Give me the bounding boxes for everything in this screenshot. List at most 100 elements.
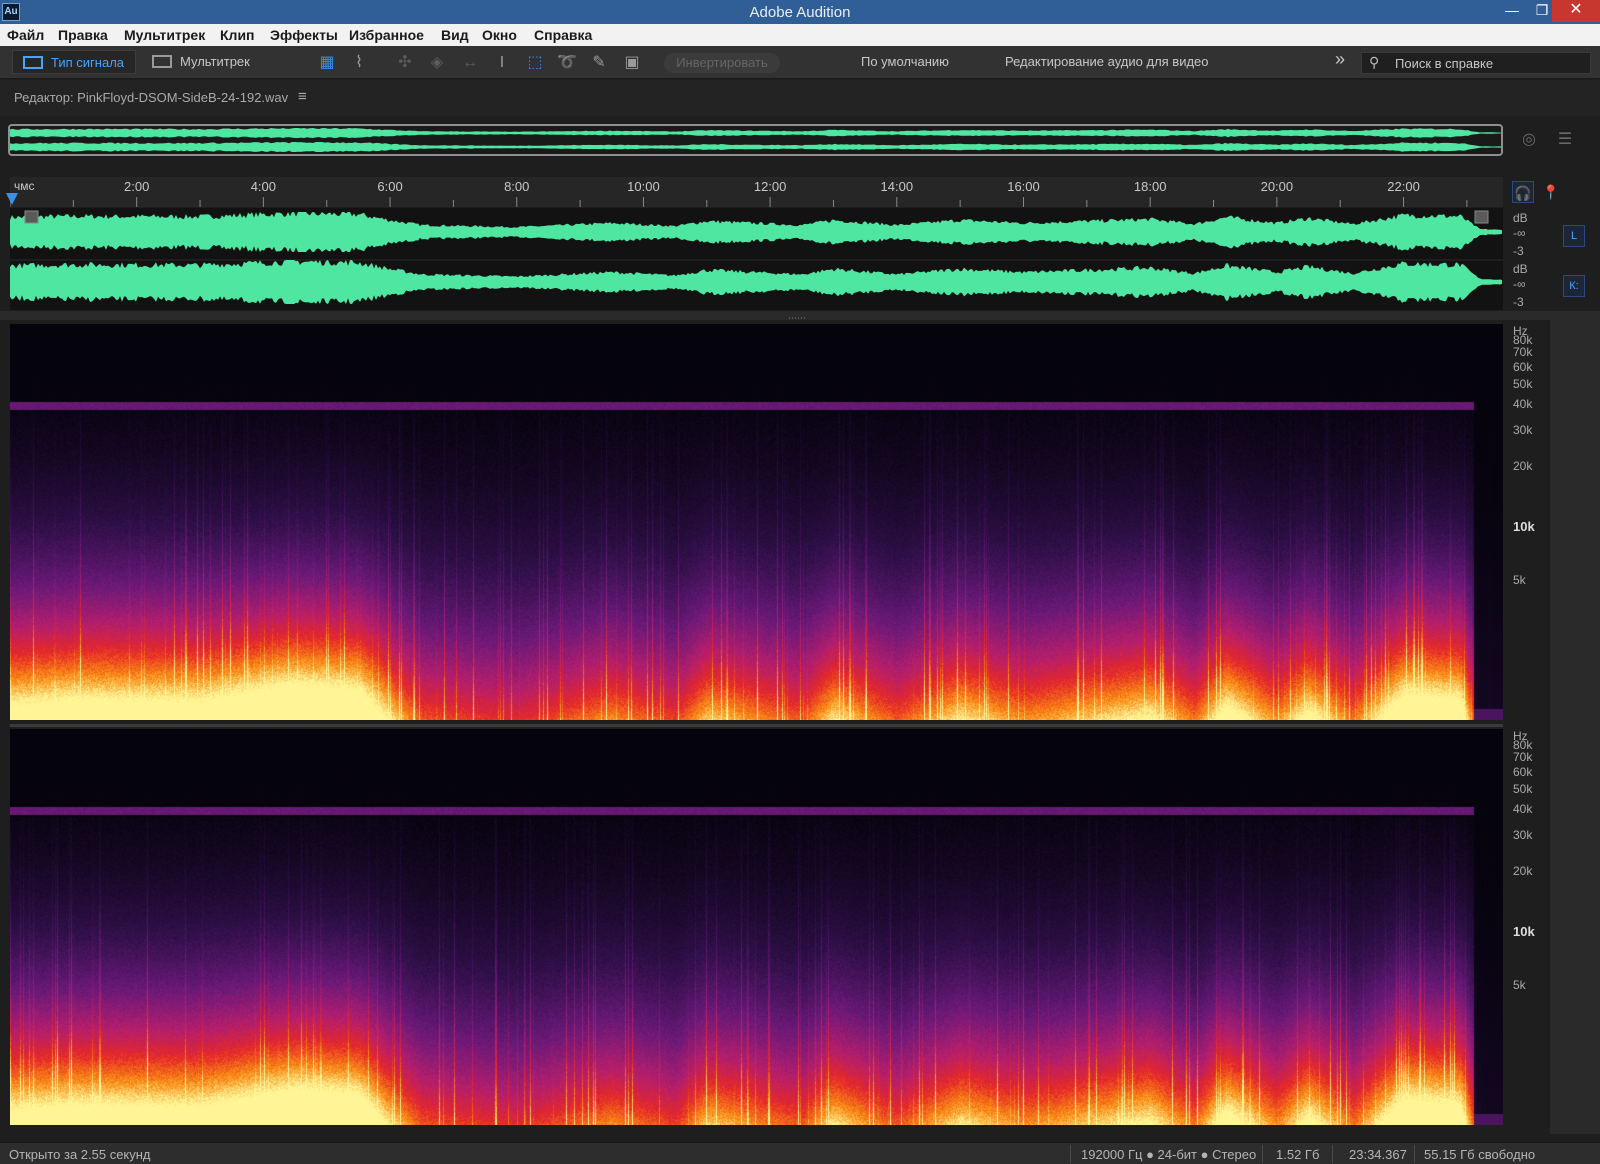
waveform-view-button[interactable]: Тип сигнала — [12, 50, 136, 74]
close-button[interactable]: ✕ — [1552, 0, 1600, 22]
hz-scale-label: 5k — [1513, 572, 1526, 587]
spectral-pitch-display-icon[interactable]: ⌇ — [348, 52, 370, 74]
hz-scale-label: 40k — [1513, 802, 1533, 817]
pin-icon[interactable]: 📍 — [1540, 181, 1562, 203]
editor-panel-header: Редактор: PinkFloyd-DSOM-SideB-24-192.wa… — [0, 80, 1600, 116]
slip-tool-icon[interactable]: ↔ — [459, 52, 481, 74]
hz-scale-label: 40k — [1513, 397, 1533, 412]
db-unit-right: dB — [1513, 262, 1528, 276]
hz-scale-label: 10k — [1513, 923, 1535, 939]
ruler-time-label: 4:00 — [250, 179, 277, 194]
ruler-time-label: 8:00 — [504, 179, 530, 194]
hz-scale-label: 70k — [1513, 750, 1533, 765]
ruler-time-label: 18:00 — [1133, 179, 1167, 194]
ruler-time-label: 20:00 — [1260, 179, 1294, 194]
window-title: Adobe Audition — [749, 4, 851, 21]
hz-scale-label: 30k — [1513, 828, 1533, 843]
menu-window[interactable]: Окно — [482, 27, 517, 43]
help-search-placeholder: Поиск в справке — [1395, 56, 1494, 71]
status-bar: Открыто за 2.55 секунд 192000 Гц ● 24-би… — [0, 1142, 1600, 1164]
menu-help[interactable]: Справка — [534, 27, 592, 43]
waveform-channel-right — [10, 260, 1502, 304]
editor-title[interactable]: Редактор: PinkFloyd-DSOM-SideB-24-192.wa… — [14, 90, 288, 105]
status-separator — [1262, 1145, 1263, 1163]
zoom-to-selection-icon[interactable]: ◎ — [1517, 129, 1541, 151]
waveform-icon — [23, 56, 43, 69]
status-file-size: 1.52 Гб — [1276, 1147, 1320, 1162]
hz-scale-label: 5k — [1513, 977, 1526, 992]
hz-scale-label: 70k — [1513, 345, 1533, 360]
status-open-time: Открыто за 2.55 секунд — [9, 1147, 151, 1162]
hz-scale-label: 60k — [1513, 359, 1533, 374]
ruler-time-label: 16:00 — [1007, 179, 1040, 194]
lasso-selection-tool-icon[interactable]: ➰ — [556, 52, 578, 74]
playhead-marker[interactable] — [6, 193, 18, 205]
time-ruler[interactable]: чмс 2:00 4:00 6:00 8:00 10:00 12:00 14:00 16:00… — [10, 177, 1503, 207]
status-duration: 23:34.367 — [1349, 1147, 1407, 1162]
status-free-space: 55.15 Гб свободно — [1424, 1147, 1536, 1162]
db-minus3-left: -3 — [1513, 244, 1524, 258]
channel-right-toggle[interactable]: К: — [1563, 275, 1585, 297]
db-unit-left: dB — [1513, 211, 1528, 225]
ruler-time-label: 6:00 — [377, 179, 403, 194]
toolbar: Тип сигнала Мультитрек ▦ ⌇ ✣ ◈ ↔ I ⬚ ➰ ✎… — [0, 46, 1600, 79]
menu-effects[interactable]: Эффекты — [270, 27, 338, 43]
menu-favorites[interactable]: Избранное — [349, 27, 424, 43]
spectral-frequency-display-icon[interactable]: ▦ — [316, 52, 338, 74]
ruler-time-label: 14:00 — [880, 179, 914, 194]
ruler-time-label: 12:00 — [753, 179, 787, 194]
invert-button[interactable]: Инвертировать — [664, 53, 780, 73]
multitrack-view-button[interactable]: Мультитрек — [142, 50, 258, 74]
workspace-default[interactable]: По умолчанию — [861, 54, 949, 69]
ruler-time-label: 22:00 — [1387, 179, 1420, 194]
headphones-icon[interactable]: 🎧 — [1512, 181, 1534, 203]
fade-out-handle[interactable] — [1474, 210, 1489, 224]
menu-file[interactable]: Файл — [7, 27, 44, 43]
db-scale: dB -∞ -3 dB -∞ -3 — [1503, 208, 1550, 310]
status-separator — [1414, 1145, 1415, 1163]
minimize-button[interactable]: — — [1497, 0, 1527, 22]
hz-scale-label: 20k — [1513, 864, 1533, 879]
paintbrush-selection-tool-icon[interactable]: ✎ — [588, 52, 610, 74]
status-separator — [1070, 1145, 1071, 1163]
spectrogram-left-canvas — [10, 324, 1503, 720]
waveform-display[interactable] — [10, 208, 1503, 310]
hz-scale-label: 60k — [1513, 764, 1533, 779]
channel-divider — [10, 724, 1503, 727]
menu-edit[interactable]: Правка — [58, 27, 108, 43]
ruler-time-label: 2:00 — [124, 179, 150, 194]
search-icon: ⚲ — [1369, 54, 1380, 70]
overview-waveform — [10, 128, 1501, 152]
waveform-channel-left — [10, 212, 1502, 252]
channel-left-toggle[interactable]: L — [1563, 225, 1585, 247]
spectrogram-right-channel[interactable] — [10, 729, 1503, 1125]
waveform-view-label: Тип сигнала — [51, 55, 125, 70]
panel-resize-grip[interactable]: ⋯⋯ — [0, 311, 1600, 323]
menu-view[interactable]: Вид — [441, 27, 469, 43]
menu-bar: Файл Правка Мультитрек Клип Эффекты Избр… — [0, 24, 1600, 46]
menu-multitrack[interactable]: Мультитрек — [124, 27, 205, 43]
menu-clip[interactable]: Клип — [220, 27, 255, 43]
marquee-selection-tool-icon[interactable]: ⬚ — [524, 52, 546, 74]
spectrogram-left-channel[interactable] — [10, 324, 1503, 720]
help-search-input[interactable]: ⚲ Поиск в справке — [1361, 52, 1591, 74]
workspace-edit-audio-to-video[interactable]: Редактирование аудио для видео — [1005, 54, 1209, 69]
multitrack-icon — [152, 55, 172, 68]
move-tool-icon[interactable]: ✣ — [394, 52, 416, 74]
right-scroll-gutter — [1550, 318, 1600, 1134]
spot-healing-brush-icon[interactable]: ▣ — [621, 52, 643, 74]
waveform-svg — [10, 210, 1503, 304]
hz-scale-label: 50k — [1513, 376, 1533, 391]
panel-options-icon[interactable]: ☰ — [1553, 129, 1577, 151]
multitrack-view-label: Мультитрек — [180, 54, 250, 69]
title-bar: Au Adobe Audition — ❐ ✕ — [0, 0, 1600, 24]
db-neg-inf-right: -∞ — [1513, 277, 1526, 291]
more-workspaces-icon[interactable]: » — [1335, 49, 1345, 70]
razor-tool-icon[interactable]: ◈ — [426, 52, 448, 74]
fade-in-handle[interactable] — [24, 210, 39, 224]
panel-menu-icon[interactable]: ≡ — [298, 88, 307, 105]
overview-waveform-path — [10, 128, 1501, 152]
grip-dots-icon: ⋯⋯ — [788, 313, 806, 323]
overview-navigator[interactable] — [8, 124, 1503, 156]
time-selection-tool-icon[interactable]: I — [491, 52, 513, 74]
